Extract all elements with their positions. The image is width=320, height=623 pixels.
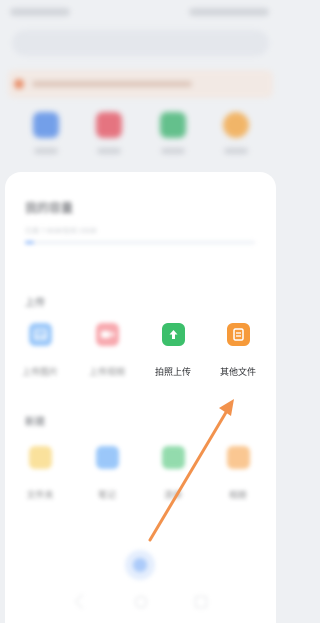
storage-progress-bar [25, 241, 255, 244]
background-shortcut-icon [33, 112, 59, 138]
system-navigation-bar [5, 592, 276, 612]
other-files-button[interactable]: 其他文件 [205, 317, 271, 387]
new-list-label: 清单 [163, 490, 182, 500]
back-icon[interactable] [74, 593, 91, 610]
new-album-label: 相册 [228, 490, 247, 500]
folder-icon [29, 446, 52, 469]
background-shortcut-icon [160, 112, 186, 138]
create-options: 文件夹 笔记 清单 相册 [5, 440, 276, 510]
background-shortcuts [0, 112, 281, 172]
upload-options: 上传图片 上传视频 拍照上传 其他文件 [5, 317, 276, 387]
storage-usage-text: 已用 7.9GB/空间 15GB [25, 228, 97, 235]
add-button[interactable] [125, 550, 155, 580]
sheet-title: 我的容量 [25, 201, 74, 215]
new-note-button[interactable]: 笔记 [74, 440, 140, 510]
create-section-label: 新建 [25, 417, 45, 428]
document-icon [227, 323, 250, 346]
background-banner [8, 70, 273, 98]
new-folder-label: 文件夹 [26, 490, 54, 500]
recents-icon[interactable] [195, 596, 207, 608]
upload-bottom-sheet: 我的容量 已用 7.9GB/空间 15GB 上传 上传图片 上传视频 拍照上传 [5, 172, 276, 623]
background-shortcut-icon [223, 112, 249, 138]
home-icon[interactable] [135, 596, 147, 608]
video-icon [96, 323, 119, 346]
photo-upload-button[interactable]: 拍照上传 [140, 317, 206, 387]
photo-upload-label: 拍照上传 [154, 367, 191, 377]
background-shortcut-icon [96, 112, 122, 138]
new-list-button[interactable]: 清单 [140, 440, 206, 510]
new-folder-button[interactable]: 文件夹 [7, 440, 73, 510]
note-icon [96, 446, 119, 469]
list-icon [162, 446, 185, 469]
upload-image-button[interactable]: 上传图片 [7, 317, 73, 387]
background-search-bar [12, 30, 269, 56]
new-album-button[interactable]: 相册 [205, 440, 271, 510]
album-icon [227, 446, 250, 469]
other-files-label: 其他文件 [219, 367, 256, 377]
plus-icon [133, 558, 147, 572]
status-bar [0, 0, 281, 28]
storage-progress-fill [25, 241, 35, 244]
upload-section-label: 上传 [25, 298, 45, 309]
upload-image-label: 上传图片 [21, 367, 58, 377]
upload-video-label: 上传视频 [88, 367, 125, 377]
new-note-label: 笔记 [97, 490, 116, 500]
image-icon [29, 323, 52, 346]
upload-video-button[interactable]: 上传视频 [74, 317, 140, 387]
camera-upload-icon [162, 323, 185, 346]
